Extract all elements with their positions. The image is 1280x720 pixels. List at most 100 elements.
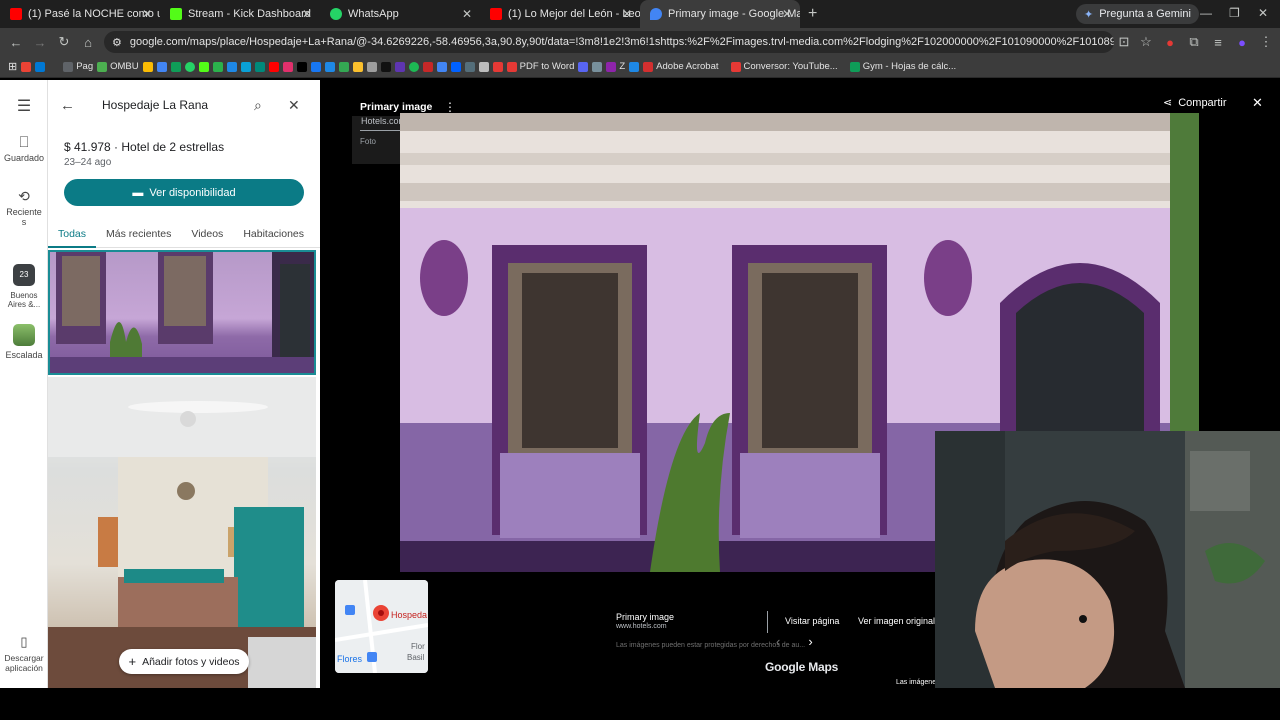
price-line: $ 41.978 · Hotel de 2 estrellas bbox=[64, 140, 225, 154]
photo-thumbnail-facade[interactable] bbox=[48, 250, 316, 375]
window-close-icon[interactable]: ✕ bbox=[1258, 6, 1268, 20]
mail-bookmark-icon[interactable] bbox=[592, 61, 603, 72]
new-tab-button[interactable]: + bbox=[800, 5, 825, 23]
rail-recents[interactable]: ⟲ Recientes bbox=[0, 188, 48, 227]
facebook-icon[interactable] bbox=[310, 61, 321, 72]
docs-icon[interactable] bbox=[156, 61, 167, 72]
next-image-icon[interactable]: › bbox=[808, 634, 812, 649]
rail-saved[interactable]: ⎕ Guardado bbox=[0, 134, 48, 163]
meet-icon[interactable] bbox=[254, 61, 265, 72]
apps-grid-icon[interactable]: ⊞ bbox=[8, 60, 17, 73]
youtube-bookmark-icon[interactable] bbox=[268, 61, 279, 72]
cloud-icon[interactable] bbox=[324, 61, 335, 72]
bookmark-ombu[interactable]: OMBU bbox=[97, 61, 139, 72]
photo-tabs: Todas Más recientes Videos Habitaciones bbox=[48, 218, 320, 248]
hamburger-menu-icon[interactable]: ☰ bbox=[0, 96, 48, 116]
media-icon[interactable]: ≡ bbox=[1206, 35, 1230, 50]
availability-button[interactable]: ▬ Ver disponibilidad bbox=[64, 179, 304, 206]
sheets-icon[interactable] bbox=[170, 61, 181, 72]
spotify-icon[interactable] bbox=[408, 61, 419, 72]
webcam-overlay bbox=[935, 431, 1280, 688]
tab-google-maps[interactable]: Primary image - Google Maps ✕ bbox=[640, 0, 800, 28]
dropbox-icon[interactable] bbox=[450, 61, 461, 72]
clear-search-icon[interactable]: ✕ bbox=[288, 97, 308, 114]
bookmark-pag[interactable]: Pag bbox=[63, 61, 93, 72]
tab-youtube-1[interactable]: (1) Pasé la NOCHE como un LIN✕ bbox=[0, 0, 160, 28]
vpn-icon[interactable] bbox=[226, 61, 237, 72]
extension-icon[interactable]: ● bbox=[1158, 35, 1182, 50]
misc-bookmark-icon[interactable] bbox=[352, 61, 363, 72]
reload-icon[interactable]: ↻ bbox=[52, 34, 76, 50]
star-bookmark-icon[interactable] bbox=[492, 61, 503, 72]
date-range[interactable]: 23–24 ago bbox=[64, 157, 111, 168]
install-icon[interactable]: ⊡ bbox=[1112, 34, 1136, 50]
chat-icon[interactable] bbox=[464, 61, 475, 72]
tab-youtube-2[interactable]: (1) Lo Mejor del León - Leo Ma✕ bbox=[480, 0, 640, 28]
profile-avatar[interactable]: ● bbox=[1230, 35, 1254, 50]
photo-thumbnail-room[interactable] bbox=[48, 377, 316, 688]
close-tab-icon[interactable]: ✕ bbox=[462, 7, 472, 21]
bookmark-pdf-to-word[interactable]: PDF to Word bbox=[506, 61, 574, 72]
bookmark-z[interactable]: Z bbox=[606, 61, 625, 72]
outlook-icon[interactable] bbox=[35, 61, 46, 72]
more-options-icon[interactable]: ⋮ bbox=[444, 100, 456, 114]
close-tab-icon[interactable]: ✕ bbox=[782, 7, 792, 21]
kick-bookmark-icon[interactable] bbox=[198, 61, 209, 72]
back-icon[interactable]: ← bbox=[4, 35, 28, 50]
tab-kick[interactable]: Stream - Kick Dashboard ✕ bbox=[160, 0, 320, 28]
feedly-icon[interactable] bbox=[212, 61, 223, 72]
close-viewer-icon[interactable]: ✕ bbox=[1252, 95, 1263, 111]
rail-download-app[interactable]: ▯ Descargar aplicación bbox=[0, 634, 48, 673]
translate-icon[interactable] bbox=[436, 61, 447, 72]
forward-icon[interactable]: → bbox=[28, 35, 52, 50]
add-photos-button[interactable]: + Añadir fotos y videos bbox=[119, 649, 249, 674]
search-icon[interactable]: ⌕ bbox=[254, 97, 288, 114]
bookmark-star-icon[interactable]: ☆ bbox=[1134, 34, 1158, 50]
tab-all[interactable]: Todas bbox=[48, 218, 97, 248]
maps-bookmark-icon[interactable] bbox=[338, 61, 349, 72]
tab-videos[interactable]: Videos bbox=[181, 218, 233, 248]
whatsapp-bookmark-icon[interactable] bbox=[184, 61, 195, 72]
bookmark-gym[interactable]: Gym - Hojas de cálc... bbox=[849, 61, 956, 72]
visit-page-link[interactable]: Visitar página bbox=[785, 616, 839, 626]
bookmark-conversor[interactable]: Conversor: YouTube... bbox=[730, 61, 838, 72]
drive-icon[interactable] bbox=[142, 61, 153, 72]
vimeo-icon[interactable] bbox=[394, 61, 405, 72]
tiktok-icon[interactable] bbox=[380, 61, 391, 72]
gemini-button[interactable]: ✦ Pregunta a Gemini bbox=[1076, 4, 1199, 24]
rail-escalada[interactable]: Escalada bbox=[0, 324, 48, 360]
game-icon[interactable] bbox=[366, 61, 377, 72]
close-tab-icon[interactable]: ✕ bbox=[142, 7, 152, 21]
bookmark-adobe-acrobat[interactable]: Adobe Acrobat bbox=[643, 61, 719, 72]
home-icon[interactable]: ⌂ bbox=[76, 35, 100, 50]
tab-whatsapp[interactable]: WhatsApp ✕ bbox=[320, 0, 480, 28]
tab-recent[interactable]: Más recientes bbox=[96, 218, 181, 248]
url-field[interactable]: ⚙ google.com/maps/place/Hospedaje+La+Rana… bbox=[104, 31, 1114, 53]
minimap[interactable]: Hospeda Flores Flor Basil bbox=[335, 580, 428, 673]
menu-icon[interactable]: ⋮ bbox=[1254, 34, 1278, 50]
x-icon[interactable] bbox=[296, 61, 307, 72]
rail-label: Escalada bbox=[5, 350, 43, 360]
edge-icon[interactable] bbox=[240, 61, 251, 72]
gmail-icon[interactable] bbox=[21, 61, 32, 72]
minimize-icon[interactable]: — bbox=[1200, 6, 1212, 20]
view-original-link[interactable]: Ver imagen original bbox=[858, 616, 935, 626]
layers-icon[interactable] bbox=[629, 61, 640, 72]
maximize-icon[interactable]: ❐ bbox=[1229, 6, 1240, 20]
site-info-icon[interactable]: ⚙ bbox=[112, 36, 122, 49]
rail-buenos-aires[interactable]: 23 Buenos Aires &... bbox=[0, 264, 48, 309]
back-arrow-icon[interactable]: ← bbox=[60, 97, 90, 114]
tab-rooms[interactable]: Habitaciones bbox=[233, 218, 314, 248]
share-button[interactable]: ⋖ Compartir bbox=[1163, 96, 1227, 110]
discord-icon[interactable] bbox=[578, 61, 589, 72]
search-input[interactable]: Hospedaje La Rana bbox=[90, 98, 254, 112]
bookmark-label: Adobe Acrobat bbox=[656, 61, 719, 72]
instagram-icon[interactable] bbox=[282, 61, 293, 72]
close-tab-icon[interactable]: ✕ bbox=[622, 7, 632, 21]
extensions-puzzle-icon[interactable]: ⧉ bbox=[1182, 34, 1206, 50]
close-tab-icon[interactable]: ✕ bbox=[302, 7, 312, 21]
previous-image-icon[interactable]: ‹ bbox=[776, 634, 780, 649]
netflix-icon[interactable] bbox=[422, 61, 433, 72]
settings-bookmark-icon[interactable] bbox=[478, 61, 489, 72]
maps-side-rail: ☰ ⎕ Guardado ⟲ Recientes 23 Buenos Aires… bbox=[0, 80, 48, 688]
